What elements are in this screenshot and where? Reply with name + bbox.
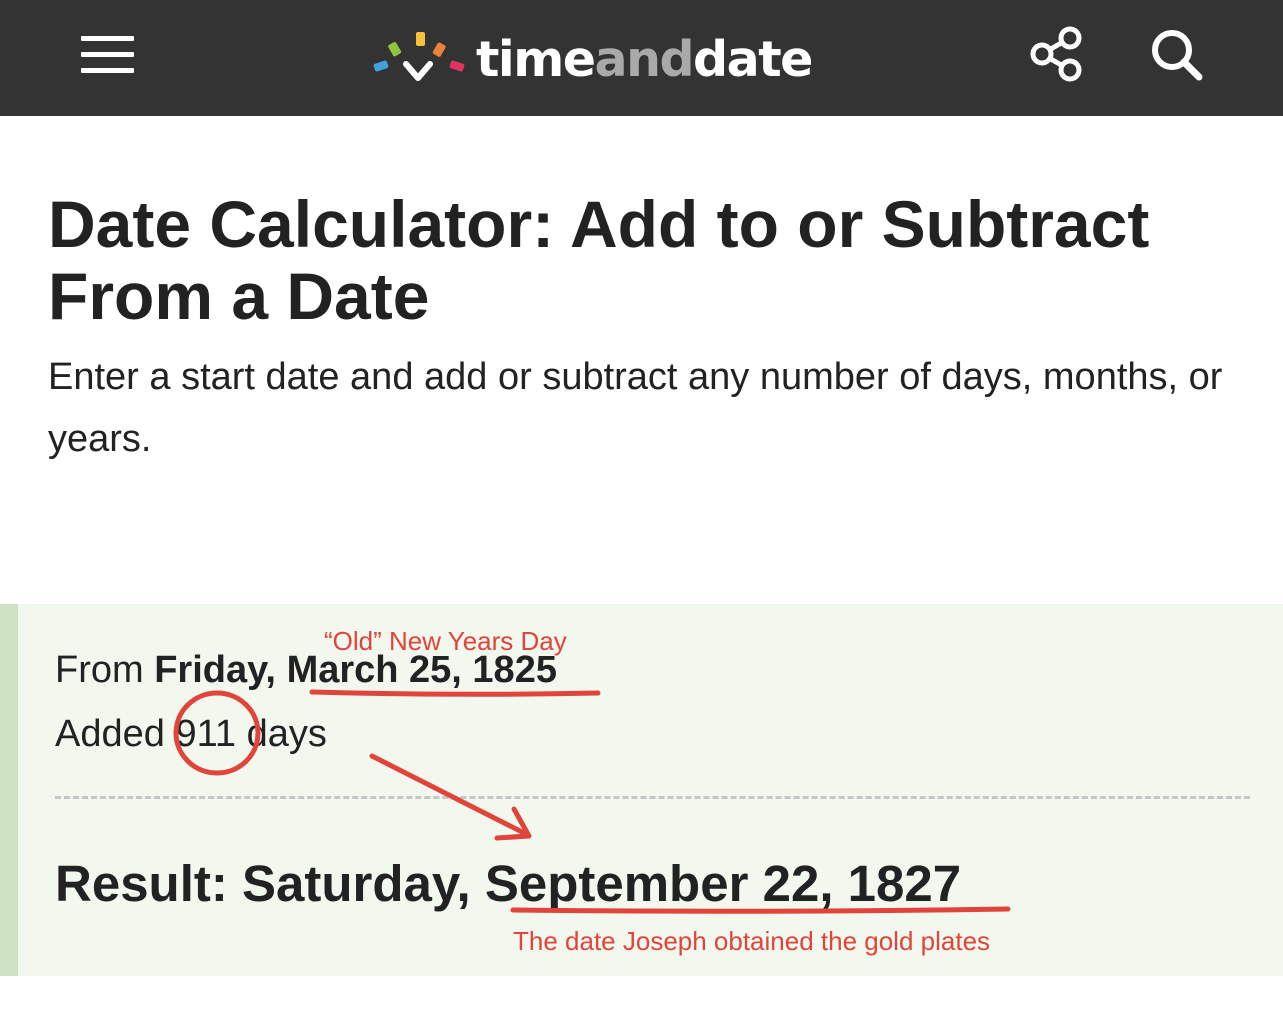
share-icon — [1030, 26, 1082, 82]
search-button[interactable] — [1144, 22, 1208, 86]
annotation-old-new-years-day: “Old” New Years Day — [324, 626, 567, 656]
search-icon — [1152, 30, 1203, 81]
from-weekday: Friday, — [154, 649, 276, 691]
logo-wordmark: timeanddate — [476, 31, 813, 88]
result-prefix: Result: Saturday, — [55, 855, 471, 912]
logo-text-date: date — [693, 31, 813, 88]
result-line: Result: Saturday, September 22, 1827 — [55, 854, 961, 914]
site-logo[interactable]: timeanddate — [370, 28, 813, 88]
top-navigation-bar: timeanddate — [0, 0, 1283, 116]
annotation-gold-plates: The date Joseph obtained the gold plates — [513, 926, 991, 956]
share-button[interactable] — [1024, 22, 1088, 86]
added-prefix: Added — [55, 713, 165, 755]
from-prefix: From — [55, 649, 144, 691]
result-panel-accent-bar — [0, 604, 18, 976]
intro-text: Enter a start date and add or subtract a… — [48, 356, 1223, 460]
added-days-line: Added 911 days — [55, 712, 327, 756]
logo-text-time: time — [476, 31, 596, 88]
menu-button[interactable] — [76, 28, 140, 80]
dashed-divider — [55, 796, 1250, 799]
page-title: Date Calculator: Add to or Subtract From… — [48, 187, 1150, 333]
added-unit: days — [246, 713, 327, 755]
logo-mark-icon — [373, 32, 465, 81]
result-date: September 22, 1827 — [484, 855, 962, 912]
added-number: 911 — [175, 713, 237, 755]
logo-text-and: and — [594, 31, 695, 88]
